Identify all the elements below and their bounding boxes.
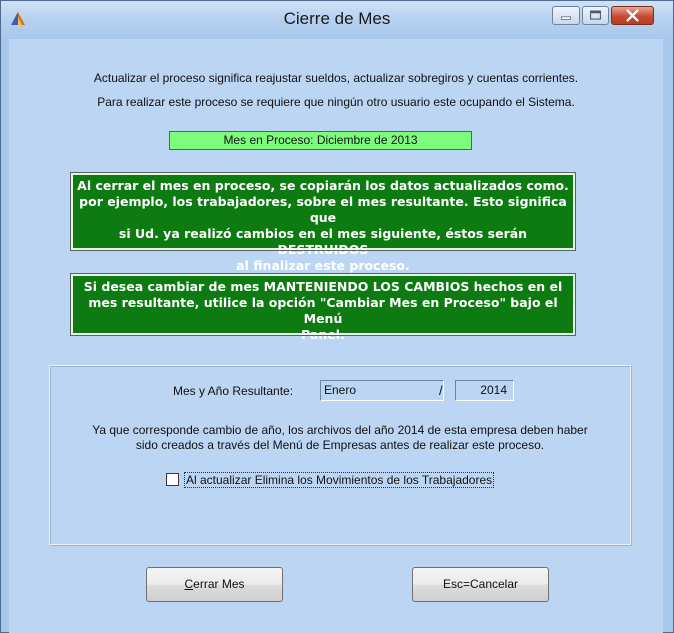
result-year-field[interactable]: 2014 <box>455 380 514 401</box>
month-in-process-label: Mes en Proceso: Diciembre de 2013 <box>169 131 472 150</box>
warning-message-box: Al cerrar el mes en proceso, se copiarán… <box>70 172 576 273</box>
year-change-note-line-2: sido creados a través del Menú de Empres… <box>135 438 545 452</box>
close-button[interactable] <box>611 6 654 25</box>
cerrar-mes-label: errar Mes <box>193 577 245 591</box>
minimize-icon <box>561 16 571 20</box>
close-icon <box>626 9 639 22</box>
result-month-field[interactable]: Enero <box>320 380 444 401</box>
maximize-button[interactable] <box>582 6 609 25</box>
warning-line: Al cerrar el mes en proceso, se copiarán… <box>77 178 569 193</box>
intro-line-1: Actualizar el proceso significa reajusta… <box>93 71 579 85</box>
maximize-icon <box>590 10 601 20</box>
cerrar-mes-button[interactable]: Cerrar Mes <box>146 567 283 602</box>
info-line: Panel. <box>301 327 345 342</box>
info-line: Si desea cambiar de mes MANTENIENDO LOS … <box>83 279 563 294</box>
dialog-body: Actualizar el proceso significa reajusta… <box>9 39 663 633</box>
cancel-button[interactable]: Esc=Cancelar <box>412 567 549 602</box>
year-change-note-line-1: Ya que corresponde cambio de año, los ar… <box>92 423 588 437</box>
delete-movements-label[interactable]: Al actualizar Elimina los Movimientos de… <box>184 472 495 488</box>
cerrar-mes-mnemonic: C <box>184 577 194 591</box>
delete-movements-checkbox[interactable] <box>166 473 179 486</box>
warning-line: por ejemplo, los trabajadores, sobre el … <box>79 194 567 225</box>
result-month-year-label: Mes y Año Resultante: <box>173 384 294 398</box>
info-message-box: Si desea cambiar de mes MANTENIENDO LOS … <box>70 273 576 342</box>
warning-line: si Ud. ya realizó cambios en el mes sigu… <box>118 226 528 257</box>
minimize-button[interactable] <box>552 6 580 25</box>
cierre-de-mes-window: Cierre de Mes Actualizar el proceso sign… <box>0 0 674 633</box>
info-line: mes resultante, utilice la opción "Cambi… <box>88 295 558 326</box>
intro-line-2: Para realizar este proceso se requiere q… <box>97 95 575 109</box>
date-separator: / <box>439 383 443 398</box>
title-bar[interactable]: Cierre de Mes <box>1 1 673 39</box>
warning-line: al finalizar este proceso. <box>236 258 410 273</box>
